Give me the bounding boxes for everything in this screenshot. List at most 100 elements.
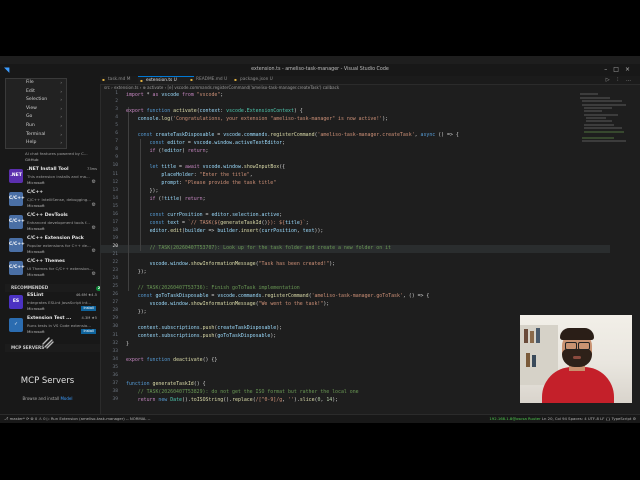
line-number-gutter: 1 2 3 4 5 6 7 8 9 10 11 12 13 14 15 16 17 18 19 20 21 22 23 24 2… bbox=[100, 91, 122, 413]
remote-indicator[interactable]: 192.168.1.8@oscsa Ruuter bbox=[489, 416, 540, 421]
mcp-servers-icon bbox=[40, 335, 56, 355]
extension-publisher: Microsoft bbox=[27, 272, 45, 277]
chevron-right-icon: › bbox=[60, 88, 62, 94]
tab-2[interactable]: ▪ README.md U bbox=[188, 76, 238, 84]
line-number: 18 bbox=[112, 227, 118, 233]
menu-item-label: Edit bbox=[26, 88, 35, 94]
menu-item-7[interactable]: Help › bbox=[6, 139, 66, 148]
line-number: 12 bbox=[112, 179, 118, 185]
line-number: 6 bbox=[115, 131, 118, 137]
code-line-30: context.subscriptions.push(createTaskDis… bbox=[137, 325, 283, 331]
tab-label: task.md M bbox=[108, 77, 131, 82]
extension-publisher: Microsoft bbox=[27, 203, 45, 208]
extension-logo-icon: C/C++ bbox=[9, 215, 25, 229]
extension-name: .NET Install Tool bbox=[27, 167, 69, 172]
cursor-position-info[interactable]: Ln 20, Col 94 Spaces: 4 UTF-8 LF {} Type… bbox=[542, 416, 636, 421]
minimap[interactable] bbox=[580, 91, 628, 191]
menu-item-label: Terminal bbox=[26, 131, 46, 137]
extension-meta: 4.3M ★5 bbox=[81, 316, 97, 320]
recommended-section-header[interactable]: RECOMMENDED 2 bbox=[5, 284, 100, 292]
editor-tabs: ▷ ⫶ … ▪ task.md M ▪ extension.ts U ▪ README.m… bbox=[100, 76, 640, 85]
line-number: 2 bbox=[115, 99, 118, 105]
menu-item-label: Go bbox=[26, 114, 33, 120]
menu-item-4[interactable]: Go › bbox=[6, 113, 66, 122]
code-line-38: // TASK(20260407T53829): do not get the … bbox=[137, 389, 359, 395]
mcp-sub-link[interactable]: Model bbox=[60, 396, 72, 401]
line-number: 13 bbox=[112, 187, 118, 193]
editor-actions[interactable]: ▷ ⫶ … bbox=[606, 76, 634, 84]
gear-icon[interactable]: ⚙ bbox=[92, 225, 96, 231]
extension-name: C/C++ Themes bbox=[27, 259, 65, 264]
extension-logo-icon: C/C++ bbox=[9, 238, 25, 252]
line-number: 15 bbox=[112, 203, 118, 209]
breadcrumb[interactable]: src › extension.ts › ⊕ activate › [e] vs… bbox=[104, 85, 339, 90]
recommended-header-label: RECOMMENDED bbox=[11, 285, 49, 290]
line-number: 20 bbox=[112, 243, 118, 249]
extension-item[interactable]: C/C++ C/C++ DevTools Enhanced development … bbox=[7, 212, 99, 234]
line-number: 11 bbox=[112, 171, 118, 177]
extension-item[interactable]: .NET .NET Install Tool 73ms This extension … bbox=[7, 166, 99, 188]
code-line-8: if (!editor) return; bbox=[149, 148, 209, 154]
line-number: 10 bbox=[112, 163, 118, 169]
line-number: 24 bbox=[112, 276, 118, 282]
menu-item-3[interactable]: View › bbox=[6, 105, 66, 114]
book bbox=[530, 331, 534, 343]
extension-item[interactable]: ✓ Extension Test ... 4.3M ★5 Runs tests in … bbox=[7, 315, 99, 337]
status-left[interactable]: ⎇ master* ⟳ ⊗ 0 ⚠ 0 ▷ Run Extension (ame… bbox=[4, 415, 150, 423]
glasses-left bbox=[565, 342, 577, 350]
mcp-servers-subtitle: Browse and install Model bbox=[0, 396, 95, 401]
code-line-23: }); bbox=[126, 269, 147, 275]
window-title: extension.ts - ameliso-task-manager - Vi… bbox=[251, 67, 389, 72]
code-line-32: } bbox=[126, 341, 129, 347]
menu-item-6[interactable]: Terminal › bbox=[6, 131, 66, 140]
partial-item-publisher: GitHub bbox=[25, 157, 39, 162]
line-number: 14 bbox=[112, 195, 118, 201]
menu-item-1[interactable]: Edit › bbox=[6, 88, 66, 97]
gear-icon[interactable]: ⚙ bbox=[92, 248, 96, 254]
person-mouth bbox=[573, 356, 581, 359]
gear-icon[interactable]: ⚙ bbox=[92, 202, 96, 208]
code-line-28: }); bbox=[126, 309, 147, 315]
line-number: 33 bbox=[112, 348, 118, 354]
line-number: 8 bbox=[115, 147, 118, 153]
extension-name: Extension Test ... bbox=[27, 316, 72, 321]
status-right[interactable]: 192.168.1.8@oscsa Ruuter Ln 20, Col 94 S… bbox=[489, 415, 636, 423]
chevron-right-icon: › bbox=[60, 97, 62, 103]
extension-logo-icon: ES bbox=[9, 295, 23, 309]
menu-item-0[interactable]: File › bbox=[6, 79, 66, 88]
code-line-37: function generateTaskId() { bbox=[126, 381, 206, 387]
extension-item[interactable]: ES ESLint 46.6M ★4.5 Integrates ESLint Java… bbox=[7, 292, 99, 314]
menu-item-2[interactable]: Selection › bbox=[6, 96, 66, 105]
menu-item-label: View bbox=[26, 105, 37, 111]
menu-item-5[interactable]: Run › bbox=[6, 122, 66, 131]
code-line-11: placeHolder: "Enter the title", bbox=[161, 172, 253, 178]
install-button[interactable]: Install bbox=[81, 329, 96, 334]
install-button[interactable]: Install bbox=[81, 306, 96, 311]
extension-item[interactable]: C/C++ C/C++ Themes UI Themes for C/C++ ext… bbox=[7, 258, 99, 280]
book bbox=[524, 329, 528, 343]
line-number: 27 bbox=[112, 300, 118, 306]
gear-icon[interactable]: ⚙ bbox=[92, 271, 96, 277]
tab-label: README.md U bbox=[196, 77, 228, 82]
line-number: 23 bbox=[112, 268, 118, 274]
line-number: 19 bbox=[112, 235, 118, 241]
line-number: 9 bbox=[115, 155, 118, 161]
person-shirt bbox=[542, 367, 614, 403]
extension-description: Integrates ESLint JavaScript int... bbox=[27, 300, 92, 305]
tab-3[interactable]: ▪ package.json U bbox=[232, 76, 284, 84]
chevron-right-icon: › bbox=[60, 131, 62, 137]
extension-logo-icon: .NET bbox=[9, 169, 23, 183]
glasses-right bbox=[578, 342, 590, 350]
gear-icon[interactable]: ⚙ bbox=[92, 179, 96, 185]
extension-item[interactable]: C/C++ C/C++ Extension Pack Popular extensi… bbox=[7, 235, 99, 257]
file-type-icon: ▪ bbox=[140, 78, 143, 83]
line-number: 22 bbox=[112, 260, 118, 266]
extension-logo-icon: C/C++ bbox=[9, 192, 25, 206]
book bbox=[536, 328, 540, 343]
book bbox=[532, 355, 536, 367]
window-controls[interactable]: –□× bbox=[604, 66, 636, 73]
tab-1[interactable]: ▪ extension.ts U bbox=[138, 76, 194, 84]
extension-item[interactable]: C/C++ C/C++ C/C++ IntelliSense, debugging.… bbox=[7, 189, 99, 211]
extension-name: ESLint bbox=[27, 293, 44, 298]
code-line-3: export function activate(context: vscode… bbox=[126, 108, 303, 114]
